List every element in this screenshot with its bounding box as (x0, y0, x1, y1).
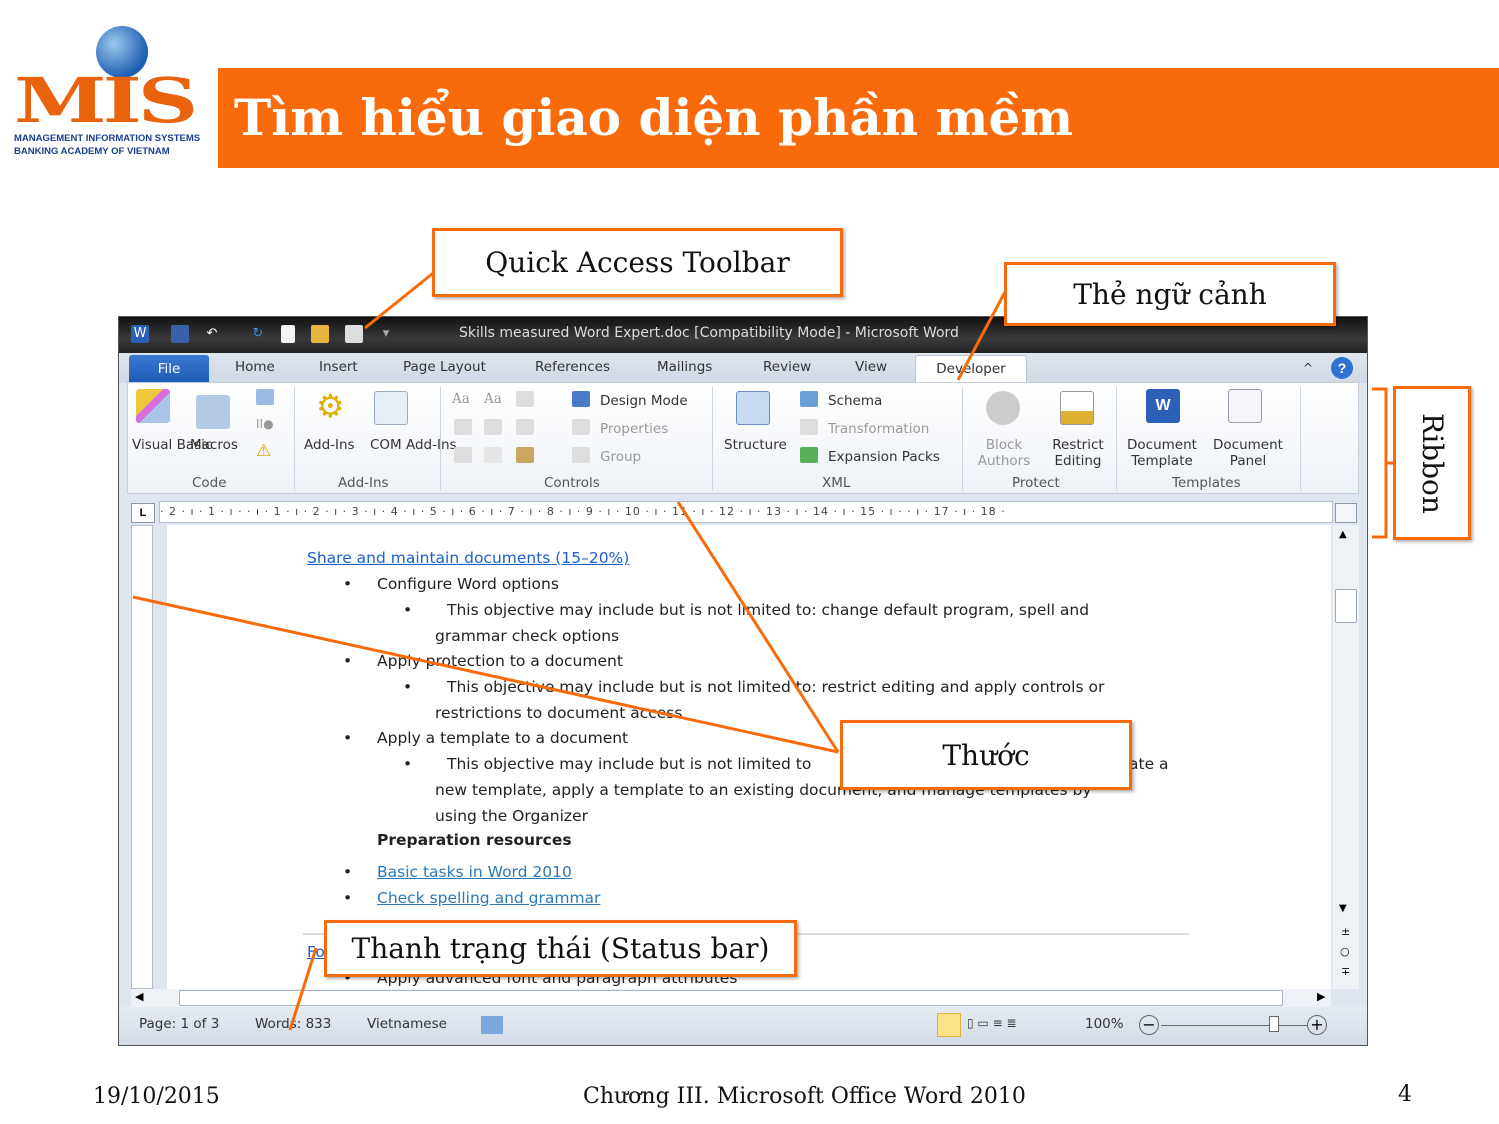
callout-line-statusbar (288, 947, 318, 1031)
callout-ribbon-text: Ribbon (1415, 412, 1449, 514)
ribbon-bracket (1372, 387, 1388, 539)
callout-line-contextual (956, 291, 1007, 381)
footer-chapter: Chương III. Microsoft Office Word 2010 (583, 1084, 1026, 1109)
callout-line-qat (364, 268, 438, 330)
callout-quick-access-toolbar: Quick Access Toolbar (432, 228, 843, 297)
callout-ribbon: Ribbon (1393, 386, 1471, 540)
page-number: 4 (1398, 1082, 1412, 1107)
callout-ruler: Thước (840, 720, 1132, 790)
footer-date: 19/10/2015 (93, 1084, 220, 1109)
callout-status-bar: Thanh trạng thái (Status bar) (324, 920, 797, 977)
callout-contextual-tab: Thẻ ngữ cảnh (1004, 262, 1336, 326)
callout-line-ruler (676, 501, 840, 753)
callout-line-ruler (132, 595, 839, 754)
